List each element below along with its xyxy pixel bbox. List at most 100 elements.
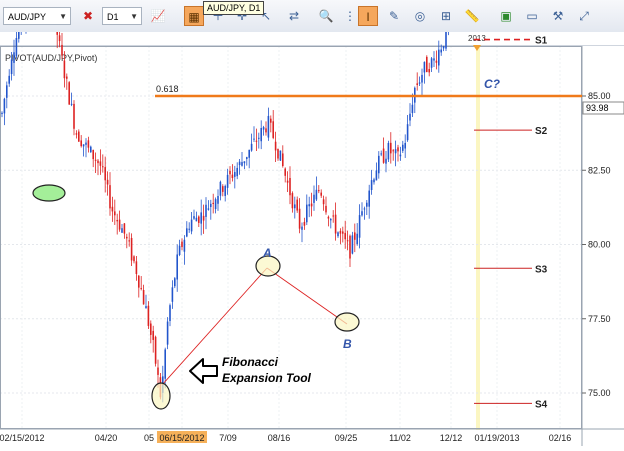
- candle-body: [198, 216, 200, 223]
- candle-body: [342, 231, 344, 234]
- window-icon[interactable]: ▭: [522, 6, 542, 26]
- chart-area[interactable]: PIVOT(AUD/JPY,Pivot) 2013 1.6181.0000.61…: [0, 0, 624, 446]
- candle-body: [166, 321, 169, 345]
- candle-body: [147, 305, 150, 326]
- x-label: 01/19/2013: [474, 433, 519, 443]
- candle-body: [262, 127, 265, 130]
- candle-body: [315, 189, 318, 200]
- candle-body: [154, 336, 157, 364]
- comment-icon[interactable]: ✎: [384, 6, 404, 26]
- candle-body: [416, 83, 418, 85]
- candle-body: [363, 208, 366, 210]
- signal-icon[interactable]: ◎: [410, 6, 430, 26]
- candle-body: [114, 211, 116, 216]
- candle-body: [190, 219, 193, 232]
- candle-body: [82, 144, 85, 147]
- candle-body: [421, 74, 423, 83]
- point-b-marker: [334, 312, 360, 332]
- candle-body: [6, 85, 8, 98]
- y-label: 75.00: [588, 388, 611, 398]
- remove-chart-icon[interactable]: ✖: [78, 6, 98, 26]
- picture-icon[interactable]: ▣: [496, 6, 516, 26]
- candle-body: [327, 216, 330, 219]
- candle-body: [303, 221, 306, 226]
- candle-body: [392, 150, 394, 152]
- candle-body: [397, 147, 399, 152]
- candle-body: [8, 75, 10, 84]
- candle-body: [176, 254, 178, 280]
- candle-body: [178, 245, 181, 255]
- indicator-label: PIVOT(AUD/JPY,Pivot): [5, 53, 97, 63]
- x-label: 04/20: [95, 433, 118, 443]
- candle-body: [402, 144, 404, 151]
- candle-body: [351, 235, 354, 254]
- chart-type-icon[interactable]: 📈: [148, 6, 168, 26]
- candle-body: [102, 166, 104, 168]
- candle-body: [399, 154, 402, 157]
- candle-body: [346, 240, 349, 242]
- pivot-label: S2: [535, 126, 548, 137]
- point-b-label: B: [343, 337, 352, 351]
- point-a-label: A: [262, 246, 272, 260]
- candle-body: [224, 185, 226, 196]
- tool-label-line2: Expansion Tool: [222, 371, 312, 385]
- x-label: 05: [144, 433, 154, 443]
- shift-chart-icon[interactable]: I: [358, 6, 378, 26]
- candle-body: [195, 217, 198, 222]
- candle-body: [310, 203, 313, 207]
- candle-body: [205, 204, 207, 217]
- candle-body: [258, 137, 260, 139]
- candle-body: [99, 161, 102, 166]
- chevron-down-icon: ▼: [59, 12, 67, 21]
- candle-body: [80, 140, 82, 147]
- candle-body: [15, 37, 18, 57]
- candle-body: [382, 148, 385, 163]
- candle-body: [70, 103, 73, 105]
- candle-body: [118, 219, 121, 230]
- period-separator-icon[interactable]: ⋮: [340, 6, 360, 26]
- candle-body: [186, 228, 188, 237]
- current-price-label: 93.98: [586, 103, 609, 113]
- candle-body: [246, 157, 248, 159]
- candle-body: [267, 115, 270, 138]
- price-chart[interactable]: PIVOT(AUD/JPY,Pivot) 2013 1.6181.0000.61…: [0, 0, 624, 446]
- timeframe-select[interactable]: D1 ▼: [102, 7, 142, 25]
- zoom-icon[interactable]: 🔍: [316, 6, 336, 26]
- candle-body: [354, 232, 356, 240]
- candle-body: [183, 239, 186, 252]
- chevron-down-icon: ▼: [130, 12, 138, 21]
- candle-body: [58, 35, 61, 42]
- candle-body: [291, 193, 294, 209]
- tools-icon[interactable]: ⚒: [548, 6, 568, 26]
- candle-body: [320, 192, 322, 196]
- candle-body: [306, 204, 308, 223]
- x-label: 09/25: [335, 433, 358, 443]
- ruler-icon[interactable]: 📏: [462, 6, 482, 26]
- candle-body: [418, 82, 421, 84]
- candle-body: [366, 202, 368, 207]
- candle-body: [378, 155, 380, 174]
- tooltip: AUD/JPY, D1: [203, 1, 265, 15]
- candle-body: [3, 98, 6, 114]
- candle-body: [265, 128, 267, 133]
- candle-body: [92, 149, 94, 160]
- chart-properties-icon[interactable]: ▦: [184, 6, 204, 26]
- point-c-label: C?: [484, 77, 501, 91]
- candle-body: [260, 127, 262, 142]
- expand-icon[interactable]: ⤢: [574, 6, 594, 26]
- candle-body: [358, 215, 361, 238]
- candle-body: [248, 149, 250, 158]
- candle-body: [423, 61, 426, 73]
- x-label: 08/16: [268, 433, 291, 443]
- candle-body: [164, 349, 166, 379]
- candle-body: [111, 206, 114, 212]
- candle-body: [202, 215, 205, 221]
- grid-icon[interactable]: ⊞: [436, 6, 456, 26]
- candle-body: [438, 49, 440, 66]
- candle-body: [226, 174, 229, 188]
- candle-body: [90, 146, 92, 153]
- candle-body: [104, 167, 106, 181]
- scroll-icon[interactable]: ⇄: [284, 6, 304, 26]
- symbol-select[interactable]: AUD/JPY ▼: [3, 7, 71, 25]
- y-label: 85.00: [588, 91, 611, 101]
